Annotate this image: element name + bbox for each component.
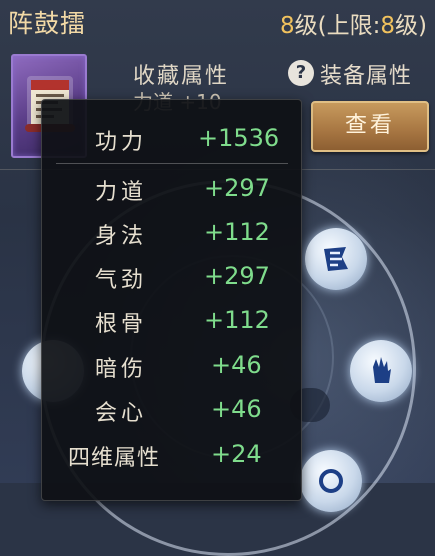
- attribute-row: 根骨 +112: [42, 306, 301, 342]
- attribute-tooltip: 功力 +1536 力道 +297 身法 +112 气劲 +297 根骨 +112…: [41, 99, 302, 501]
- attribute-label: 暗伤: [95, 357, 148, 382]
- level-mid: 级(上限:: [294, 13, 381, 39]
- attribute-value: +46: [211, 351, 262, 379]
- header: 阵鼓擂 8级(上限:8级): [0, 0, 435, 44]
- skill-node-3[interactable]: [300, 450, 362, 512]
- attribute-row: 会心 +46: [42, 395, 301, 431]
- attribute-value: +112: [204, 218, 270, 246]
- attribute-value: +46: [211, 395, 262, 423]
- skill-node-1[interactable]: [305, 228, 367, 290]
- level-max: 8: [380, 13, 396, 39]
- attribute-label: 四维属性: [68, 446, 161, 471]
- help-icon[interactable]: ?: [288, 60, 314, 86]
- tooltip-header-row: 功力 +1536: [42, 124, 301, 160]
- skill-icon-hand: [373, 357, 391, 383]
- item-title: 阵鼓擂: [8, 9, 87, 38]
- attribute-value: +297: [204, 262, 270, 290]
- level-suffix: 级): [395, 13, 427, 39]
- equip-attributes-tab[interactable]: 装备属性: [320, 58, 412, 90]
- level-indicator: 8级(上限:8级): [280, 6, 427, 40]
- attribute-label: 身法: [95, 224, 148, 249]
- attribute-row: 暗伤 +46: [42, 351, 301, 387]
- attribute-value: +24: [211, 440, 262, 468]
- attribute-label: 会心: [95, 401, 148, 426]
- tooltip-divider: [56, 163, 288, 164]
- attribute-row: 力道 +297: [42, 174, 301, 210]
- power-value: +1536: [198, 124, 280, 152]
- power-label: 功力: [95, 130, 148, 155]
- skill-icon-top: [324, 247, 348, 271]
- skill-icon-bottom: [319, 469, 343, 493]
- attribute-label: 气劲: [95, 268, 148, 293]
- view-button[interactable]: 查看: [311, 101, 429, 152]
- skill-node-2[interactable]: [350, 340, 412, 402]
- attribute-row: 气劲 +297: [42, 262, 301, 298]
- attribute-row: 身法 +112: [42, 218, 301, 254]
- attribute-label: 力道: [95, 180, 148, 205]
- attribute-label: 根骨: [95, 312, 148, 337]
- attribute-row: 四维属性 +24: [42, 440, 301, 476]
- level-current: 8: [280, 13, 295, 39]
- attribute-value: +297: [204, 174, 270, 202]
- attribute-value: +112: [204, 306, 270, 334]
